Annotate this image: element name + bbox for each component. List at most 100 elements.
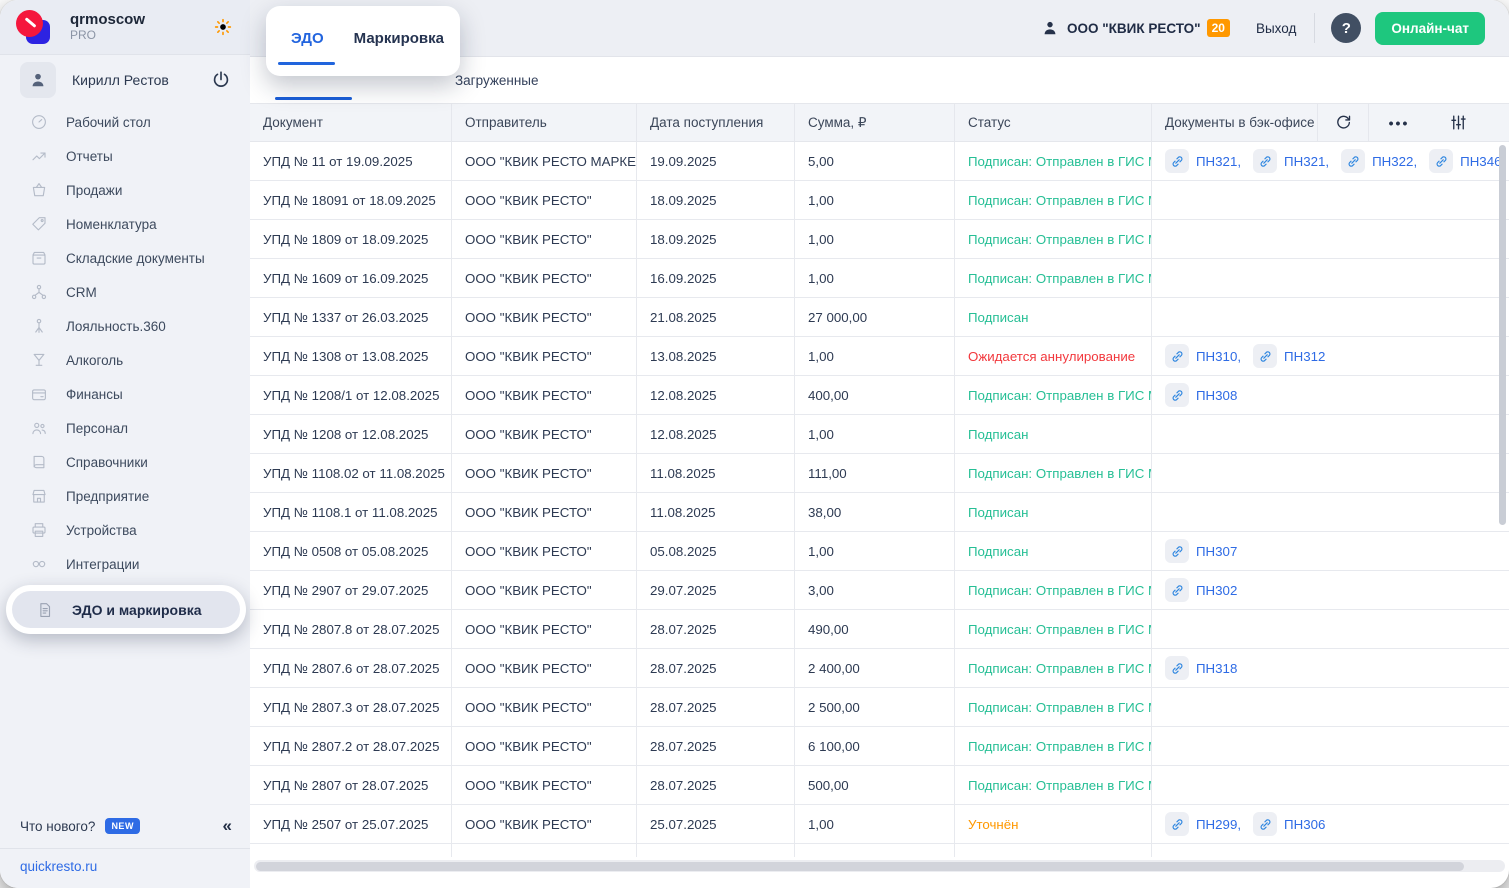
table-row[interactable]: УПД № 2907 от 29.07.2025 ООО "КВИК РЕСТО…	[250, 571, 1509, 610]
logout-link[interactable]: Выход	[1256, 21, 1296, 36]
logout-power-icon[interactable]	[210, 69, 232, 91]
tab-edo[interactable]: ЭДО	[291, 30, 324, 47]
sender-cell: ООО "КВИК РЕСТО"	[452, 376, 637, 414]
table-row[interactable]: УПД № 1337 от 26.03.2025 ООО "КВИК РЕСТО…	[250, 298, 1509, 337]
company-person-icon	[1041, 19, 1059, 37]
status-cell: Подписан	[955, 415, 1152, 453]
sender-cell: ООО "КВИК РЕСТО"	[452, 571, 637, 609]
table-row[interactable]: УПД № 1208/1 от 12.08.2025 ООО "КВИК РЕС…	[250, 376, 1509, 415]
theme-toggle-sun-icon[interactable]	[210, 14, 236, 40]
status-cell: Подписан: Отправлен в ГИС МТ	[955, 142, 1152, 180]
sidebar-header: qrmoscow PRO	[0, 0, 250, 55]
sidebar-item-warehouse[interactable]: Складские документы	[0, 241, 250, 275]
table-row[interactable]: УПД № 1809 от 18.09.2025 ООО "КВИК РЕСТО…	[250, 220, 1509, 259]
table-row[interactable]: УПД № 2807.6 от 28.07.2025 ООО "КВИК РЕС…	[250, 649, 1509, 688]
collapse-sidebar-icon[interactable]: «	[223, 816, 232, 836]
table-row[interactable]: УПД № 1108.02 от 11.08.2025 ООО "КВИК РЕ…	[250, 454, 1509, 493]
table-row[interactable]: УПД № 0508 от 05.08.2025 ООО "КВИК РЕСТО…	[250, 532, 1509, 571]
tab-loaded[interactable]: Загруженные	[455, 57, 539, 103]
sidebar-item-label: Устройства	[66, 523, 137, 538]
alcohol-icon	[30, 351, 48, 369]
status-cell: Подписан: Отправлен в ГИС МТ	[955, 259, 1152, 297]
loyalty-icon	[30, 317, 48, 335]
backoffice-doc-link[interactable]: ПН321,	[1165, 149, 1241, 173]
table-row[interactable]: УПД № 1308 от 13.08.2025 ООО "КВИК РЕСТО…	[250, 337, 1509, 376]
table-row[interactable]: УПД № 1208 от 12.08.2025 ООО "КВИК РЕСТО…	[250, 415, 1509, 454]
table-row[interactable]: УПД № 11 от 19.09.2025 ООО "КВИК РЕСТО М…	[250, 142, 1509, 181]
tab-marking[interactable]: Маркировка	[354, 30, 444, 47]
table-row[interactable]: УПД № 2507 от 25.07.2025 ООО "КВИК РЕСТО…	[250, 805, 1509, 844]
sidebar-item-label: Интеграции	[66, 557, 139, 572]
sidebar-item-crm[interactable]: CRM	[0, 275, 250, 309]
table-row[interactable]: УПД № 18091 от 18.09.2025 ООО "КВИК РЕСТ…	[250, 181, 1509, 220]
col-header-sender: Отправитель	[452, 104, 637, 141]
backoffice-cell: ПН302	[1152, 571, 1509, 609]
user-row: Кирилл Рестов	[0, 57, 250, 103]
backoffice-doc-link[interactable]: ПН312	[1253, 344, 1325, 368]
table-row[interactable]: УПД № 1609 от 16.09.2025 ООО "КВИК РЕСТО…	[250, 259, 1509, 298]
date-cell: 29.07.2025	[637, 571, 795, 609]
active-subtab-underline	[275, 97, 352, 100]
table-row[interactable]: УПД № 2807.3 от 28.07.2025 ООО "КВИК РЕС…	[250, 688, 1509, 727]
more-icon[interactable]: •••	[1369, 104, 1429, 141]
sidebar-item-staff[interactable]: Персонал	[0, 411, 250, 445]
table-row[interactable]: УПД № 2807 от 28.07.2025 ООО "КВИК РЕСТО…	[250, 766, 1509, 805]
sidebar-item-enterprise[interactable]: Предприятие	[0, 479, 250, 513]
backoffice-cell	[1152, 181, 1509, 219]
status-cell: Подписан: Отправлен в ГИС МТ	[955, 766, 1152, 804]
amount-cell: 27 000,00	[795, 298, 955, 336]
backoffice-doc-link[interactable]: ПН299,	[1165, 812, 1241, 836]
link-icon	[1165, 656, 1189, 680]
sidebar-item-dashboard[interactable]: Рабочий стол	[0, 105, 250, 139]
doc-cell: УПД № 11 от 19.09.2025	[250, 142, 452, 180]
sender-cell: ООО "КВИК РЕСТО"	[452, 766, 637, 804]
whats-new-item[interactable]: Что нового? NEW «	[0, 806, 250, 846]
vertical-scrollbar-thumb[interactable]	[1499, 145, 1506, 525]
sidebar-item-nomenclature[interactable]: Номенклатура	[0, 207, 250, 241]
help-button[interactable]: ?	[1331, 13, 1361, 43]
backoffice-cell	[1152, 493, 1509, 531]
backoffice-doc-link[interactable]: ПН307	[1165, 539, 1237, 563]
sidebar-item-edo[interactable]: ЭДО и маркировка	[12, 591, 240, 628]
horizontal-scrollbar-thumb[interactable]	[256, 862, 1464, 871]
table-row[interactable]: УПД № 1108.1 от 11.08.2025 ООО "КВИК РЕС…	[250, 493, 1509, 532]
sidebar-item-label: Справочники	[66, 455, 148, 470]
sender-cell: ООО "КВИК РЕСТО"	[452, 298, 637, 336]
filter-settings-icon[interactable]	[1429, 104, 1487, 141]
doc-cell: УПД № 1809 от 18.09.2025	[250, 220, 452, 258]
sidebar-item-alcohol[interactable]: Алкоголь	[0, 343, 250, 377]
backoffice-doc-link[interactable]: ПН321,	[1253, 149, 1329, 173]
backoffice-doc-link[interactable]: ПН310,	[1165, 344, 1241, 368]
backoffice-doc-link[interactable]: ПН306	[1253, 812, 1325, 836]
col-header-document: Документ	[250, 104, 452, 141]
date-cell: 18.09.2025	[637, 181, 795, 219]
online-chat-button[interactable]: Онлайн-чат	[1375, 12, 1485, 45]
backoffice-doc-link[interactable]: ПН346,	[1429, 149, 1505, 173]
backoffice-doc-link[interactable]: ПН322,	[1341, 149, 1417, 173]
sidebar-item-finance[interactable]: Финансы	[0, 377, 250, 411]
link-icon	[1165, 812, 1189, 836]
link-icon	[1429, 149, 1453, 173]
sidebar-item-devices[interactable]: Устройства	[0, 513, 250, 547]
sidebar-item-label: Номенклатура	[66, 217, 157, 232]
sender-cell: ООО "КВИК РЕСТО"	[452, 337, 637, 375]
quickresto-site-link[interactable]: quickresto.ru	[0, 849, 250, 888]
refresh-icon[interactable]	[1318, 104, 1369, 141]
doc-cell: УПД № 2807.2 от 28.07.2025	[250, 727, 452, 765]
backoffice-cell: ПН308	[1152, 376, 1509, 414]
backoffice-doc-link[interactable]: ПН302	[1165, 578, 1237, 602]
sidebar-item-directories[interactable]: Справочники	[0, 445, 250, 479]
company-selector[interactable]: ООО "КВИК РЕСТО" 20	[1041, 19, 1230, 37]
sidebar-item-loyalty[interactable]: Лояльность.360	[0, 309, 250, 343]
table-row[interactable]: УПД № 2807.8 от 28.07.2025 ООО "КВИК РЕС…	[250, 610, 1509, 649]
backoffice-doc-link[interactable]: ПН318	[1165, 656, 1237, 680]
sidebar-item-integrations[interactable]: Интеграции	[0, 547, 250, 581]
date-cell: 12.08.2025	[637, 415, 795, 453]
backoffice-doc-link[interactable]: ПН308	[1165, 383, 1237, 407]
table-row[interactable]: УПД № 2807.2 от 28.07.2025 ООО "КВИК РЕС…	[250, 727, 1509, 766]
backoffice-cell	[1152, 259, 1509, 297]
sidebar-item-label: Персонал	[66, 421, 128, 436]
sidebar-menu: Рабочий столОтчетыПродажи Номенклатура Скл…	[0, 105, 250, 634]
sidebar-item-sales[interactable]: Продажи	[0, 173, 250, 207]
sidebar-item-reports[interactable]: Отчеты	[0, 139, 250, 173]
